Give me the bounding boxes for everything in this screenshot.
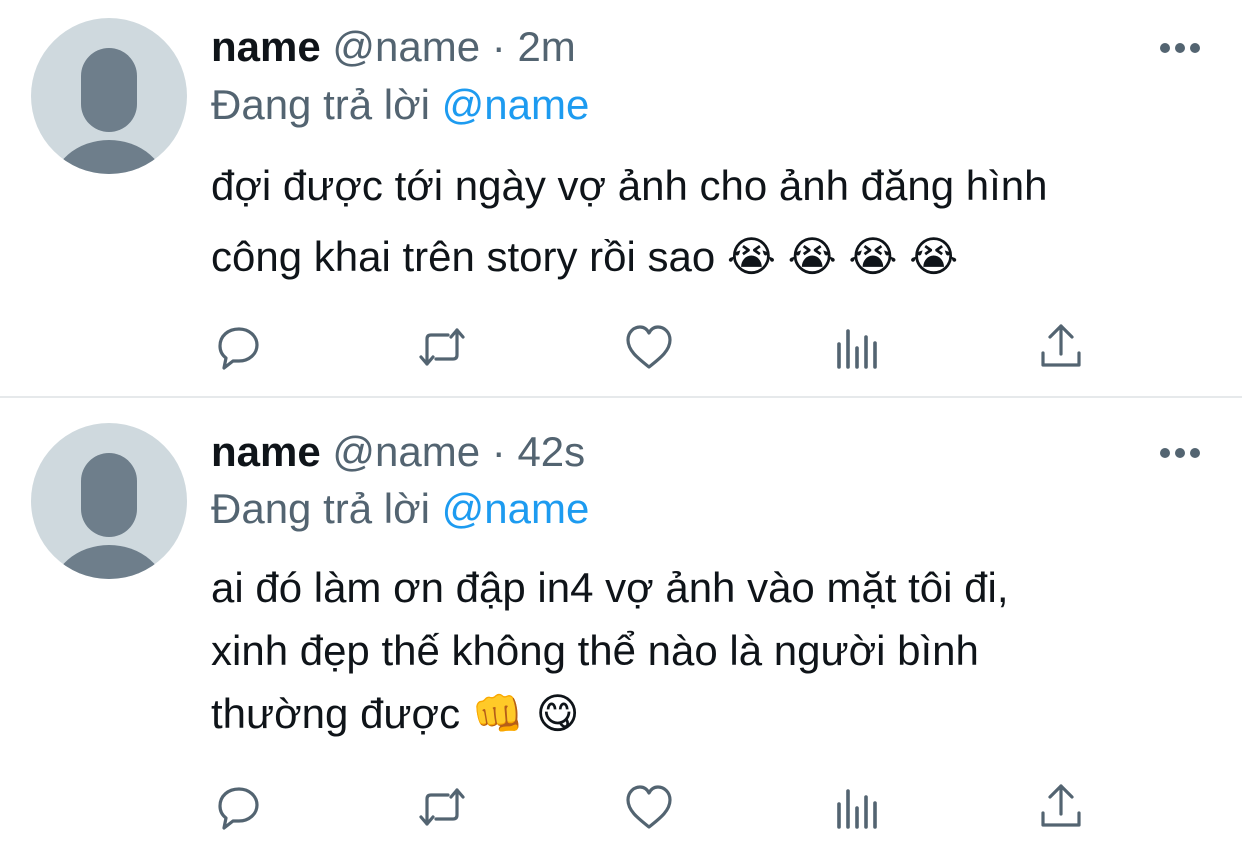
separator-dot: · bbox=[491, 23, 506, 70]
analytics-icon bbox=[837, 789, 877, 829]
user-handle[interactable]: @name bbox=[332, 23, 480, 70]
replying-to: Đang trả lời @name bbox=[211, 80, 589, 130]
avatar[interactable] bbox=[31, 18, 187, 174]
tweet-text: đợi được tới ngày vợ ảnh cho ảnh đăng hì… bbox=[211, 150, 1201, 292]
like-button[interactable] bbox=[619, 317, 679, 377]
tweet[interactable]: name @name · 42s Đang trả lời @name ai đ… bbox=[0, 398, 1242, 855]
tweet-header: name @name · 42s bbox=[211, 427, 585, 477]
tweet-header: name @name · 2m bbox=[211, 22, 576, 72]
retweet-button[interactable] bbox=[412, 777, 472, 837]
replying-to-label: Đang trả lời bbox=[211, 485, 430, 532]
reply-button[interactable] bbox=[207, 777, 267, 837]
retweet-icon bbox=[419, 328, 465, 366]
analytics-icon bbox=[837, 329, 877, 369]
default-avatar-icon bbox=[54, 48, 164, 174]
tweet-text-line: thường được 👊 😋 bbox=[211, 690, 580, 737]
display-name[interactable]: name bbox=[211, 23, 321, 70]
timestamp[interactable]: 42s bbox=[517, 428, 585, 475]
tweet-text-line: công khai trên story rồi sao 😭 😭 😭 😭 bbox=[211, 233, 959, 280]
tweet-text-line: ai đó làm ơn đập in4 vợ ảnh vào mặt tôi … bbox=[211, 564, 1009, 611]
more-button[interactable] bbox=[1158, 446, 1202, 460]
avatar[interactable] bbox=[31, 423, 187, 579]
views-button[interactable] bbox=[826, 317, 886, 377]
reply-icon bbox=[218, 327, 259, 370]
share-icon bbox=[1041, 784, 1081, 827]
retweet-button[interactable] bbox=[412, 317, 472, 377]
tweet-text-line: xinh đẹp thế không thể nào là người bình bbox=[211, 627, 979, 674]
share-button[interactable] bbox=[1031, 317, 1091, 377]
action-bar bbox=[0, 777, 1242, 837]
tweet[interactable]: name @name · 2m Đang trả lời @name đợi đ… bbox=[0, 0, 1242, 396]
heart-icon bbox=[626, 325, 672, 369]
mention-link[interactable]: @name bbox=[442, 81, 590, 128]
heart-icon bbox=[626, 785, 672, 829]
reply-button[interactable] bbox=[207, 317, 267, 377]
retweet-icon bbox=[419, 788, 465, 826]
default-avatar-icon bbox=[54, 453, 164, 579]
display-name[interactable]: name bbox=[211, 428, 321, 475]
tweet-text-line: đợi được tới ngày vợ ảnh cho ảnh đăng hì… bbox=[211, 162, 1048, 209]
tweet-text: ai đó làm ơn đập in4 vợ ảnh vào mặt tôi … bbox=[211, 556, 1201, 745]
user-handle[interactable]: @name bbox=[332, 428, 480, 475]
separator-dot: · bbox=[491, 428, 506, 475]
more-horizontal-icon bbox=[1160, 43, 1200, 53]
reply-icon bbox=[218, 787, 259, 830]
timestamp[interactable]: 2m bbox=[517, 23, 575, 70]
share-button[interactable] bbox=[1031, 777, 1091, 837]
more-horizontal-icon bbox=[1160, 448, 1200, 458]
more-button[interactable] bbox=[1158, 41, 1202, 55]
replying-to-label: Đang trả lời bbox=[211, 81, 430, 128]
mention-link[interactable]: @name bbox=[442, 485, 590, 532]
share-icon bbox=[1041, 324, 1081, 367]
like-button[interactable] bbox=[619, 777, 679, 837]
replying-to: Đang trả lời @name bbox=[211, 484, 589, 534]
action-bar bbox=[0, 317, 1242, 377]
views-button[interactable] bbox=[826, 777, 886, 837]
